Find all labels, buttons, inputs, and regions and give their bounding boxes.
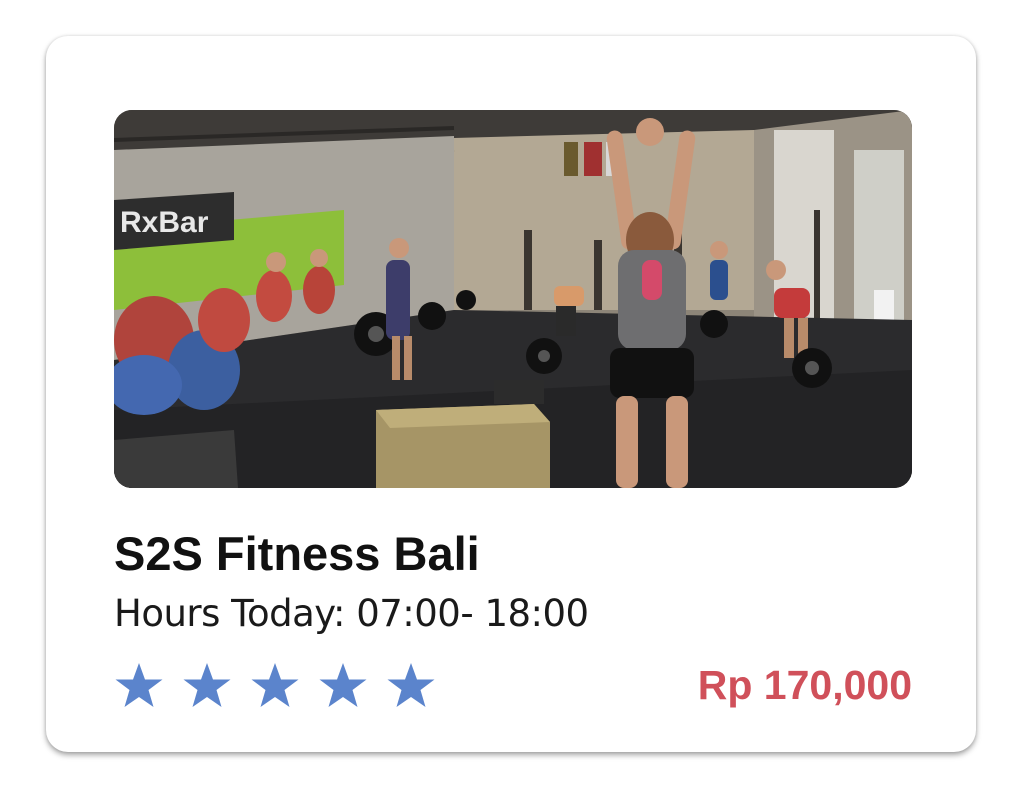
page: RxBar S2S Fitness Bali Hours Today: 07:0… xyxy=(0,0,1018,794)
star-icon xyxy=(318,661,368,711)
price: Rp 170,000 xyxy=(697,662,912,708)
star-icon xyxy=(114,661,164,711)
rating-stars xyxy=(114,658,454,714)
star-icon xyxy=(386,661,436,711)
banner-text: RxBar xyxy=(120,206,209,239)
star-icon xyxy=(182,661,232,711)
gym-photo-image: RxBar xyxy=(114,110,912,488)
hours-today: Hours Today: 07:00- 18:00 xyxy=(114,592,589,635)
star-icon xyxy=(250,661,300,711)
gym-photo: RxBar xyxy=(114,110,912,488)
gym-card[interactable]: RxBar S2S Fitness Bali Hours Today: 07:0… xyxy=(46,36,976,752)
gym-name: S2S Fitness Bali xyxy=(114,527,480,580)
